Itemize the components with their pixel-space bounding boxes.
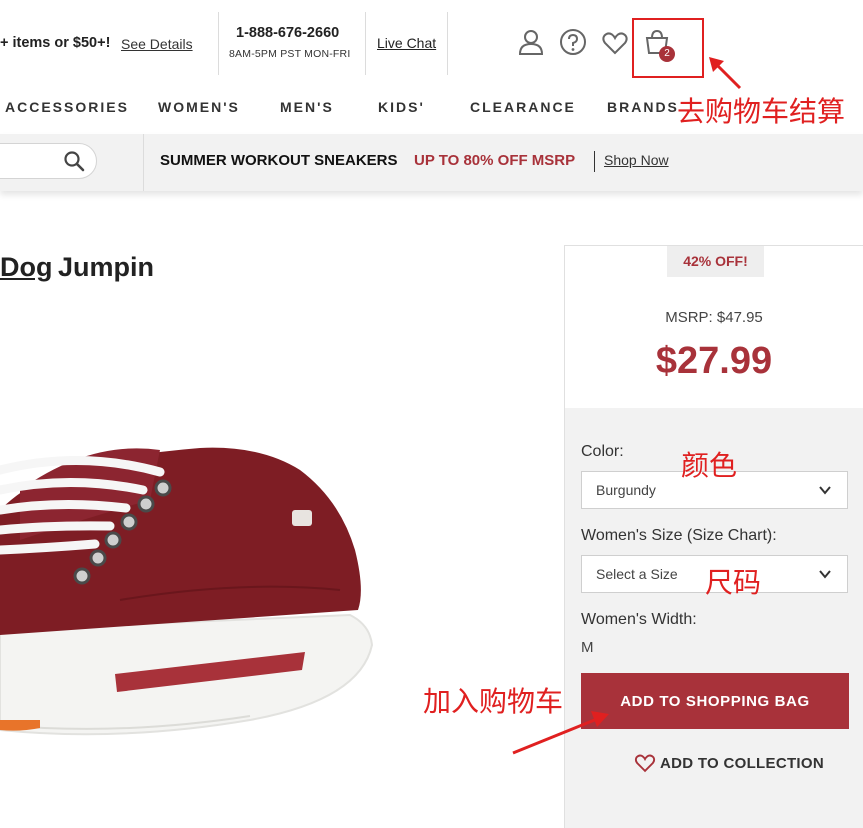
- product-image: [0, 447, 374, 736]
- size-select-value: Select a Size: [596, 566, 678, 582]
- annotation-cart: 去购物车结算: [677, 95, 846, 128]
- nav-kids[interactable]: KIDS': [378, 99, 425, 115]
- heart-icon[interactable]: [634, 752, 656, 774]
- live-chat-link[interactable]: Live Chat: [377, 35, 436, 51]
- cart-count-badge[interactable]: 2: [659, 46, 675, 62]
- nav-accessories[interactable]: ACCESSORIES: [5, 99, 129, 115]
- header-divider: [365, 12, 366, 75]
- support-hours: 8AM-5PM PST MON-FRI: [229, 48, 351, 60]
- product-brand-link[interactable]: Dog: [0, 252, 52, 283]
- chevron-down-icon: [819, 570, 831, 579]
- size-label: Women's Size (Size Chart):: [581, 527, 777, 544]
- banner-discount: UP TO 80% OFF MSRP: [414, 152, 576, 169]
- header-divider: [447, 12, 448, 75]
- search-icon[interactable]: [63, 150, 85, 172]
- annotation-arrow: [512, 711, 609, 755]
- chevron-down-icon: [819, 486, 831, 495]
- header-divider: [218, 12, 219, 75]
- nav-mens[interactable]: MEN'S: [280, 99, 334, 115]
- banner-headline: SUMMER WORKOUT SNEAKERS: [160, 152, 398, 169]
- shop-now-link[interactable]: Shop Now: [604, 152, 669, 168]
- nav-brands[interactable]: BRANDS: [607, 99, 679, 115]
- discount-badge: 42% OFF!: [667, 246, 764, 277]
- add-to-bag-button[interactable]: ADD TO SHOPPING BAG: [581, 673, 849, 729]
- msrp-price: MSRP: $47.95: [665, 309, 763, 326]
- see-details-link[interactable]: See Details: [121, 36, 193, 52]
- sale-price: $27.99: [655, 340, 773, 382]
- width-label: Women's Width:: [581, 611, 697, 628]
- phone-number[interactable]: 1-888-676-2660: [236, 25, 339, 41]
- bar-divider: [143, 134, 144, 191]
- product-title: Jumpin: [58, 252, 155, 282]
- color-select-value: Burgundy: [596, 482, 656, 498]
- annotation-color: 颜色: [681, 449, 738, 482]
- add-to-collection-button[interactable]: ADD TO COLLECTION: [660, 755, 824, 772]
- annotation-arrow: [709, 57, 742, 90]
- annotation-size: 尺码: [705, 566, 762, 599]
- promo-text: + items or $50+!: [0, 35, 111, 51]
- account-icon[interactable]: [517, 28, 545, 56]
- heart-icon[interactable]: [601, 29, 629, 57]
- nav-womens[interactable]: WOMEN'S: [158, 99, 240, 115]
- banner-separator: [594, 151, 595, 172]
- width-value: M: [581, 639, 594, 656]
- nav-clearance[interactable]: CLEARANCE: [470, 99, 576, 115]
- color-label: Color:: [581, 443, 624, 460]
- help-icon[interactable]: [559, 28, 587, 56]
